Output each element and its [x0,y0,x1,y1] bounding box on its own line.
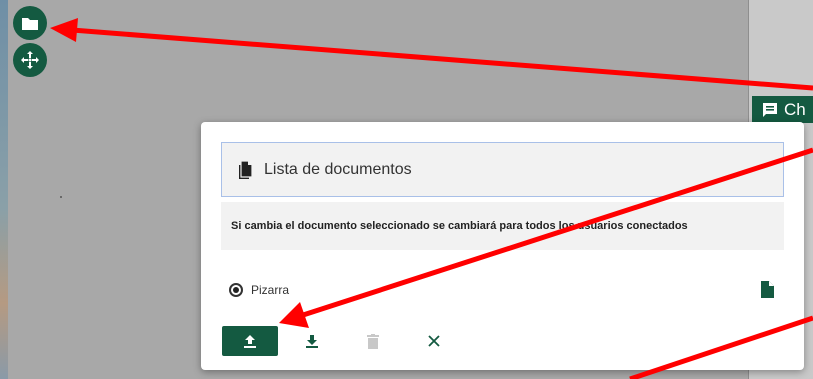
move-button[interactable] [13,43,47,77]
chat-tab[interactable]: Ch [752,96,813,123]
upload-button[interactable] [222,326,278,356]
notice-text: Si cambia el documento seleccionado se c… [221,202,784,250]
download-button[interactable] [297,326,327,356]
document-radio[interactable] [229,283,243,297]
upload-icon [244,335,256,348]
arrow-line-top [71,27,813,91]
dialog-title: Lista de documentos [264,160,412,178]
documents-dialog: Lista de documentos Si cambia el documen… [201,122,804,370]
action-bar [222,326,522,358]
background-strip [0,0,8,379]
move-icon [21,51,39,69]
chat-icon [763,102,777,117]
radio-selected-dot [233,287,239,293]
document-label: Pizarra [251,283,290,297]
download-icon [306,335,318,348]
canvas-dot [60,196,62,198]
dialog-header: Lista de documentos [221,142,784,197]
document-icon [239,159,253,179]
arrowhead-top [50,18,78,42]
file-icon[interactable] [761,281,774,298]
folder-icon [22,17,38,30]
chat-tab-label: Ch [784,99,806,119]
documents-button[interactable] [13,6,47,40]
close-button[interactable] [419,326,449,356]
delete-icon [367,333,379,349]
delete-button[interactable] [358,326,388,356]
close-icon [428,335,440,347]
document-list-item[interactable]: Pizarra [229,278,784,302]
